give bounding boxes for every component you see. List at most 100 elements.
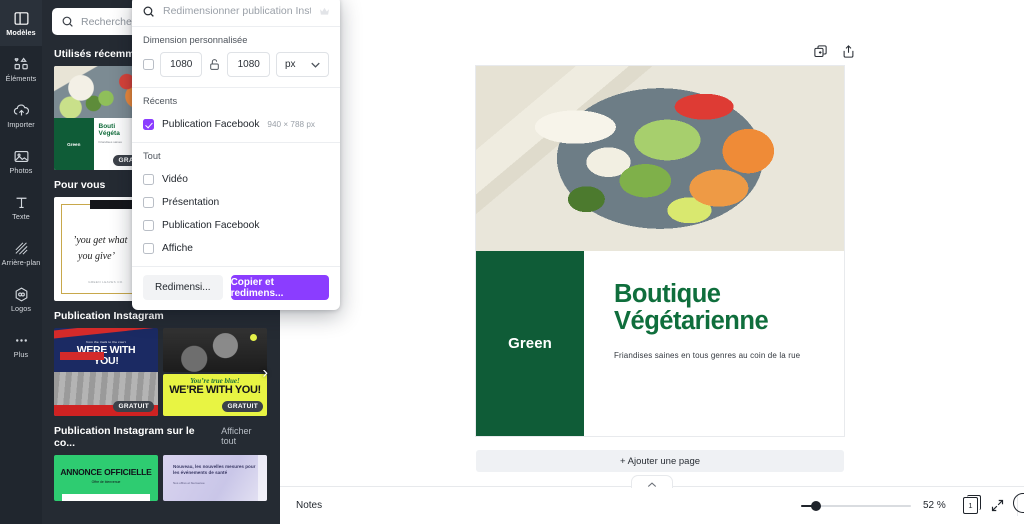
announce-bar	[62, 494, 150, 501]
rail-item-logos[interactable]: Logos	[0, 276, 42, 322]
design-title-line-1: Boutique	[614, 280, 721, 308]
zoom-slider[interactable]	[801, 499, 911, 513]
lavender-edge	[258, 455, 267, 501]
sport-red-bar	[60, 352, 104, 360]
page-count-button[interactable]: 1	[963, 494, 981, 514]
chevron-up-icon	[647, 482, 657, 487]
resize-search-placeholder: Redimensionner publication Instag	[163, 5, 311, 17]
add-page-icon[interactable]	[841, 44, 856, 59]
crown-icon	[320, 7, 329, 15]
section-label: Pour vous	[54, 179, 106, 191]
recent-option-publication-facebook[interactable]: Publication Facebook 940 × 788 px	[132, 113, 340, 136]
rail-label: Texte	[12, 211, 30, 221]
see-all-link[interactable]: Afficher tout	[221, 426, 268, 446]
option-publication-facebook[interactable]: Publication Facebook	[132, 214, 340, 237]
option-checkbox[interactable]	[143, 220, 154, 231]
quote-line-2: you give’	[78, 251, 115, 262]
canvas-tools	[813, 44, 856, 59]
add-page-button[interactable]: + Ajouter une page	[476, 450, 844, 472]
rail-label: Éléments	[5, 73, 37, 83]
all-section: Tout	[132, 143, 340, 161]
option-presentation[interactable]: Présentation	[132, 191, 340, 214]
duplicate-page-icon[interactable]	[813, 44, 828, 59]
option-checkbox[interactable]	[143, 243, 154, 254]
help-button[interactable]	[1013, 493, 1024, 513]
section-label: Publication Instagram sur le co...	[54, 425, 195, 449]
design-body: Green Boutique Végétarienne Friandises s…	[476, 251, 844, 436]
resize-dropdown: Redimensionner publication Instag Dimens…	[132, 0, 340, 310]
unit-select[interactable]: px	[275, 52, 329, 77]
search-placeholder: Recherche	[81, 15, 132, 28]
design-brand-block: Green	[476, 251, 584, 436]
height-input[interactable]: 1080	[227, 52, 270, 77]
template-thumbnail[interactable]	[163, 328, 267, 372]
option-affiche[interactable]: Affiche	[132, 237, 340, 260]
dropdown-footer: Redimensi... Copier et redimens...	[132, 266, 340, 310]
background-icon	[14, 242, 28, 255]
custom-dimension-section: Dimension personnalisée 1080 1080 px	[132, 27, 340, 87]
photos-icon	[14, 150, 28, 162]
rail-label: Importer	[7, 119, 35, 129]
thumbnail-brand-block: Green	[54, 118, 94, 170]
recent-section: Récents	[132, 88, 340, 106]
rail-item-plus[interactable]: Plus	[0, 322, 42, 368]
free-badge: GRATUIT	[222, 401, 263, 412]
template-thumbnail[interactable]: You’re true blue! WE’RE WITH YOU! GRATUI…	[163, 374, 267, 416]
thumbnail-brand: Green	[67, 141, 81, 147]
thumb-row-bottom: ANNONCE OFFICIELLE Offre de bienvenue No…	[42, 455, 280, 501]
resize-button[interactable]: Redimensi...	[143, 275, 223, 300]
bottom-right-tools: 52 % 1	[801, 493, 1024, 516]
logos-icon	[15, 287, 27, 302]
option-checkbox[interactable]	[143, 197, 154, 208]
rail-item-arriere-plan[interactable]: Arrière-plan	[0, 230, 42, 276]
templates-icon	[14, 12, 28, 25]
collapse-panel-button[interactable]	[631, 475, 673, 488]
upload-icon	[13, 104, 29, 116]
rail-label: Logos	[10, 303, 32, 313]
section-label: Publication Instagram	[54, 310, 164, 322]
left-rail: Modèles Éléments Importer Photos Texte A…	[0, 0, 42, 524]
unlock-icon[interactable]	[208, 58, 221, 71]
thumb-row-instagram: from the track to the court WERE WITH YO…	[42, 328, 280, 416]
rail-item-texte[interactable]: Texte	[0, 184, 42, 230]
text-icon	[16, 197, 26, 208]
option-checkbox[interactable]	[143, 174, 154, 185]
expand-icon[interactable]	[990, 498, 1005, 513]
design-text-block: Boutique Végétarienne Friandises saines …	[584, 251, 844, 436]
option-video[interactable]: Vidéo	[132, 168, 340, 191]
copy-and-resize-button[interactable]: Copier et redimens...	[230, 275, 329, 300]
rail-item-modeles[interactable]: Modèles	[0, 0, 42, 46]
section-title-instagram-co: Publication Instagram sur le co... Affic…	[42, 416, 280, 455]
option-label: Affiche	[162, 243, 193, 254]
design-page[interactable]: Green Boutique Végétarienne Friandises s…	[476, 66, 844, 436]
option-checkbox[interactable]	[143, 119, 154, 130]
search-icon	[62, 16, 73, 27]
width-input[interactable]: 1080	[160, 52, 203, 77]
rail-label: Photos	[9, 165, 33, 175]
option-size: 940 × 788 px	[267, 120, 315, 129]
notes-button[interactable]: Notes	[296, 500, 322, 511]
next-arrow-button[interactable]: ›	[262, 364, 268, 381]
template-thumbnail[interactable]: from the track to the court WERE WITH YO…	[54, 328, 158, 416]
unit-value: px	[284, 59, 296, 70]
resize-search-field[interactable]: Redimensionner publication Instag	[132, 0, 340, 27]
design-brand: Green	[508, 335, 552, 352]
template-thumbnail[interactable]: ANNONCE OFFICIELLE Offre de bienvenue	[54, 455, 158, 501]
rail-item-elements[interactable]: Éléments	[0, 46, 42, 92]
quote-signature: GREEN LEAVES CO.	[88, 280, 124, 284]
template-thumbnail[interactable]: Nouveau, les nouvelles mesures pour les …	[163, 455, 267, 501]
zoom-value: 52 %	[923, 500, 946, 511]
custom-dimension-checkbox[interactable]	[143, 59, 154, 70]
rail-item-importer[interactable]: Importer	[0, 92, 42, 138]
search-icon	[143, 6, 154, 17]
design-title-line-2: Végétarienne	[614, 306, 769, 335]
sport-dot	[250, 334, 257, 341]
slider-knob[interactable]	[811, 500, 821, 511]
editor-area: Green Boutique Végétarienne Friandises s…	[280, 0, 1024, 486]
chevron-down-icon	[311, 62, 320, 68]
rail-item-photos[interactable]: Photos	[0, 138, 42, 184]
free-badge: GRATUIT	[113, 401, 154, 412]
dimension-row: 1080 1080 px	[143, 52, 329, 87]
option-label: Publication Facebook	[162, 220, 260, 231]
option-label: Vidéo	[162, 174, 188, 185]
